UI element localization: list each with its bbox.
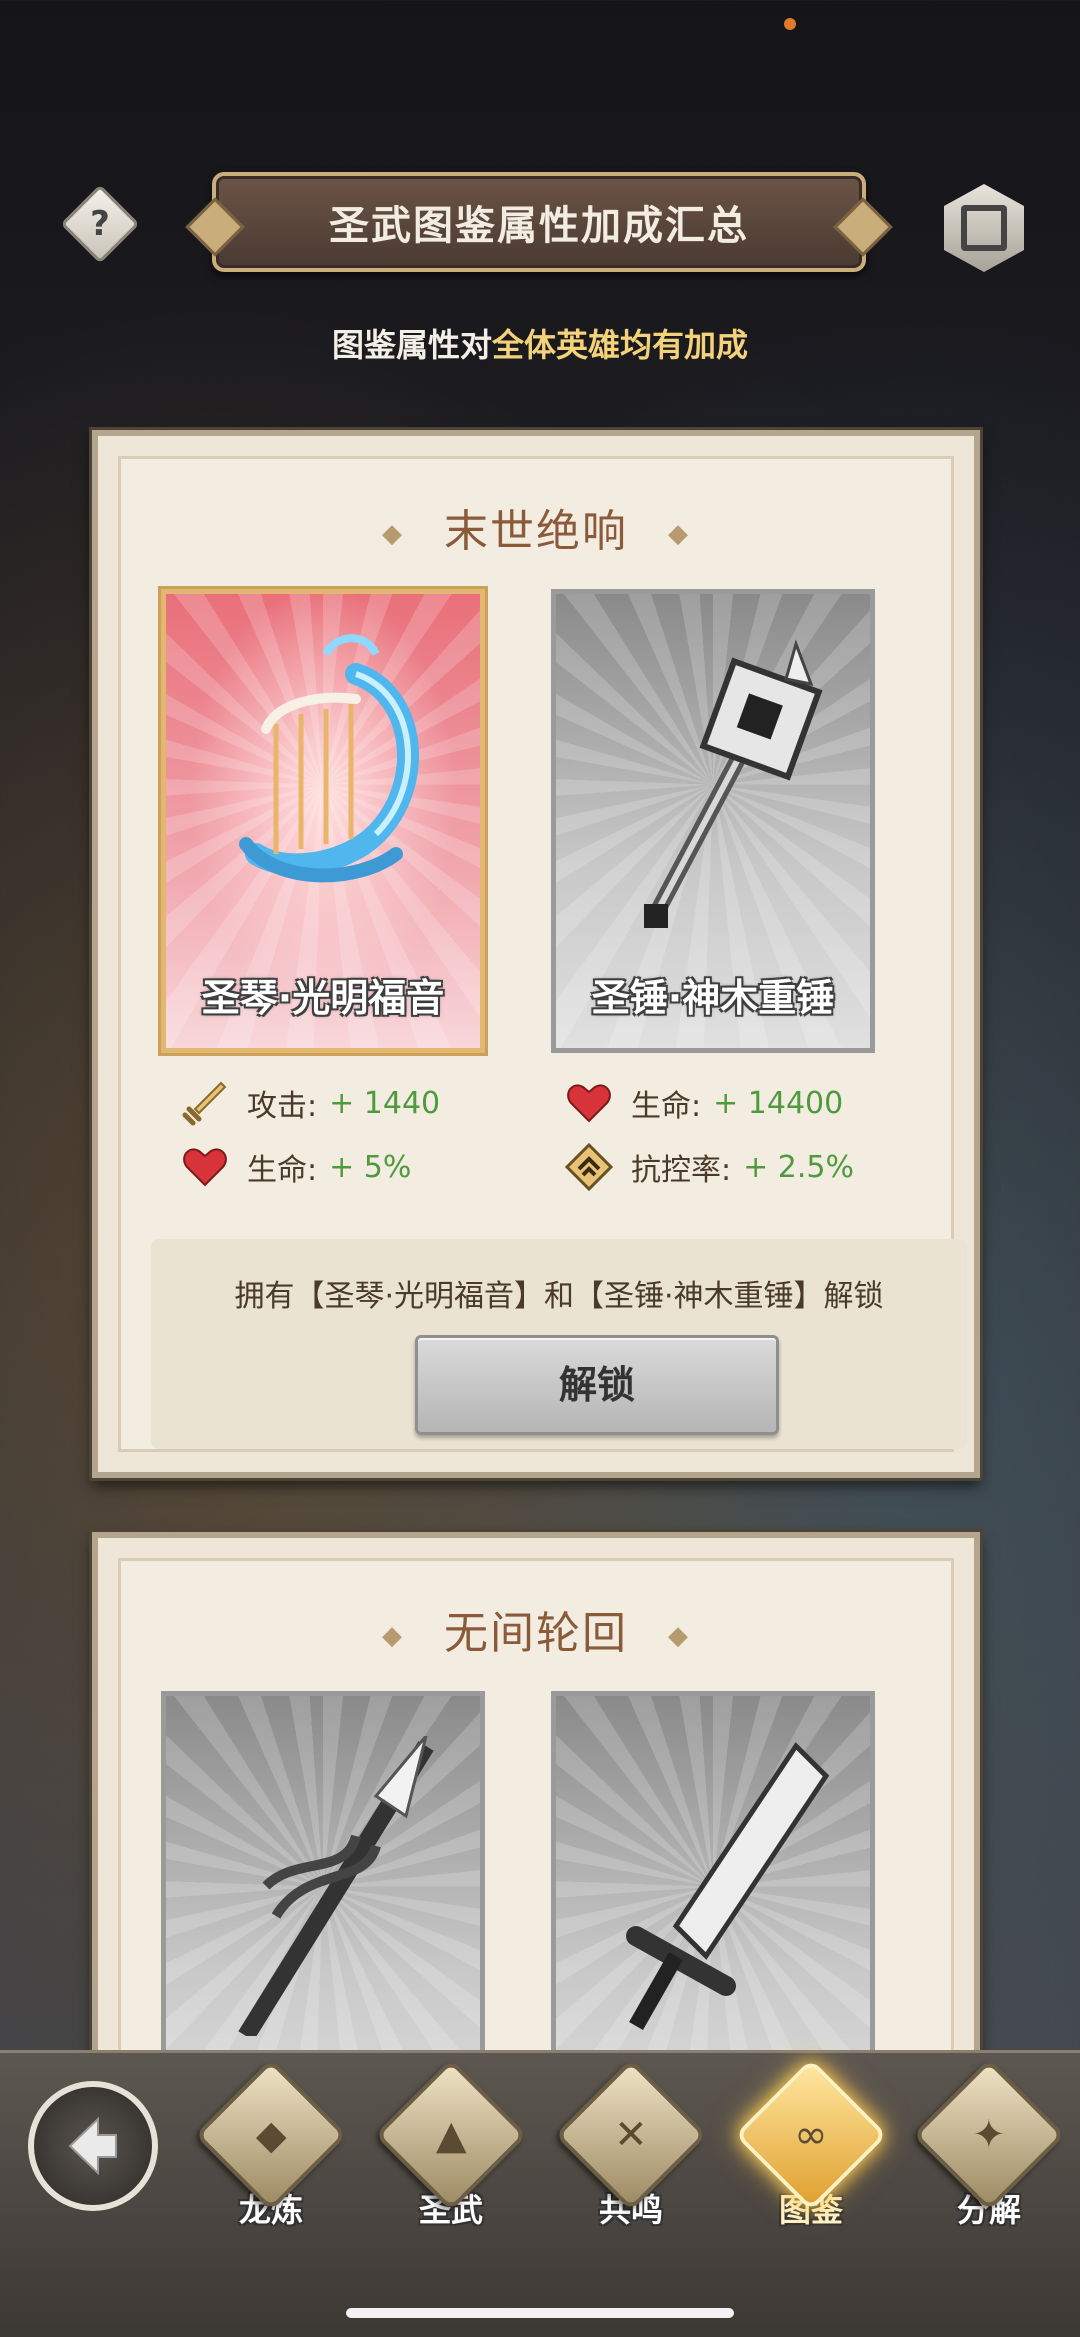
nav-item-decompose[interactable]: ✦ 分解: [912, 2058, 1066, 2271]
stat-value: + 5%: [329, 1149, 412, 1185]
stat-value: + 1440: [329, 1085, 441, 1121]
shield-up-icon: [565, 1143, 613, 1191]
heart-icon: [565, 1079, 613, 1127]
weapon-card-hammer[interactable]: 圣锤·神木重锤: [551, 589, 875, 1053]
nav-item-dragon-forge[interactable]: ◆ 龙炼: [194, 2058, 348, 2271]
set-card-1: 末世绝响 圣琴·光明福音 圣锤·神木重锤: [92, 430, 980, 1478]
notification-dot: [784, 18, 796, 30]
subtitle-highlight: 全体英雄均有加成: [492, 326, 749, 364]
harp-icon: [239, 634, 419, 883]
stat-hp-percent: 生命: + 5%: [181, 1143, 411, 1191]
sword-icon: [626, 1742, 830, 2030]
nav-item-codex[interactable]: ∞ 图鉴: [734, 2058, 888, 2271]
stat-value: + 14400: [713, 1085, 844, 1121]
unlock-requirement-text: 拥有【圣琴·光明福音】和【圣锤·神木重锤】解锁: [234, 1279, 884, 1314]
stat-label: 生命:: [247, 1153, 318, 1188]
back-button[interactable]: [28, 2081, 158, 2211]
weapon-name: 圣琴·光明福音: [201, 976, 445, 1020]
nav-item-resonance[interactable]: ✕ 共鸣: [554, 2058, 708, 2271]
stat-value: + 2.5%: [743, 1149, 854, 1185]
card-inner: 末世绝响 圣琴·光明福音 圣锤·神木重锤: [118, 456, 967, 1452]
stat-label: 生命:: [631, 1089, 702, 1124]
set-title: 末世绝响: [121, 495, 951, 559]
question-icon: ?: [90, 204, 110, 244]
heart-icon: [181, 1143, 229, 1191]
stat-label: 攻击:: [247, 1089, 318, 1124]
weapon-name: 圣锤·神木重锤: [591, 976, 835, 1020]
unlock-requirement-box: 拥有【圣琴·光明福音】和【圣锤·神木重锤】解锁 解锁: [151, 1239, 967, 1449]
spear-icon: [238, 1736, 434, 2036]
page-title: 圣武图鉴属性加成汇总: [212, 172, 866, 272]
page-subtitle: 图鉴属性对全体英雄均有加成: [0, 320, 1080, 366]
weapon-card-harp[interactable]: 圣琴·光明福音: [161, 589, 485, 1053]
stat-label: 抗控率:: [631, 1153, 732, 1188]
help-button[interactable]: ?: [60, 184, 140, 264]
stat-hp: 生命: + 14400: [565, 1079, 843, 1127]
nav-item-holy-weapon[interactable]: ▲ 圣武: [374, 2058, 528, 2271]
bottom-nav: ◆ 龙炼 ▲ 圣武 ✕ 共鸣 ∞ 图鉴 ✦ 分解: [0, 2050, 1080, 2337]
unlock-button[interactable]: 解锁: [415, 1335, 779, 1435]
codex-book-button[interactable]: [944, 184, 1024, 272]
set-title: 无间轮回: [121, 1597, 951, 1661]
stat-control-resist: 抗控率: + 2.5%: [565, 1143, 854, 1191]
stat-attack: 攻击: + 1440: [181, 1079, 440, 1127]
back-arrow-icon: [68, 2116, 117, 2176]
hammer-icon: [644, 639, 823, 928]
sword-icon: [181, 1079, 229, 1127]
book-icon: [961, 205, 1007, 251]
subtitle-text: 图鉴属性对: [331, 326, 492, 364]
home-indicator[interactable]: [346, 2308, 734, 2318]
